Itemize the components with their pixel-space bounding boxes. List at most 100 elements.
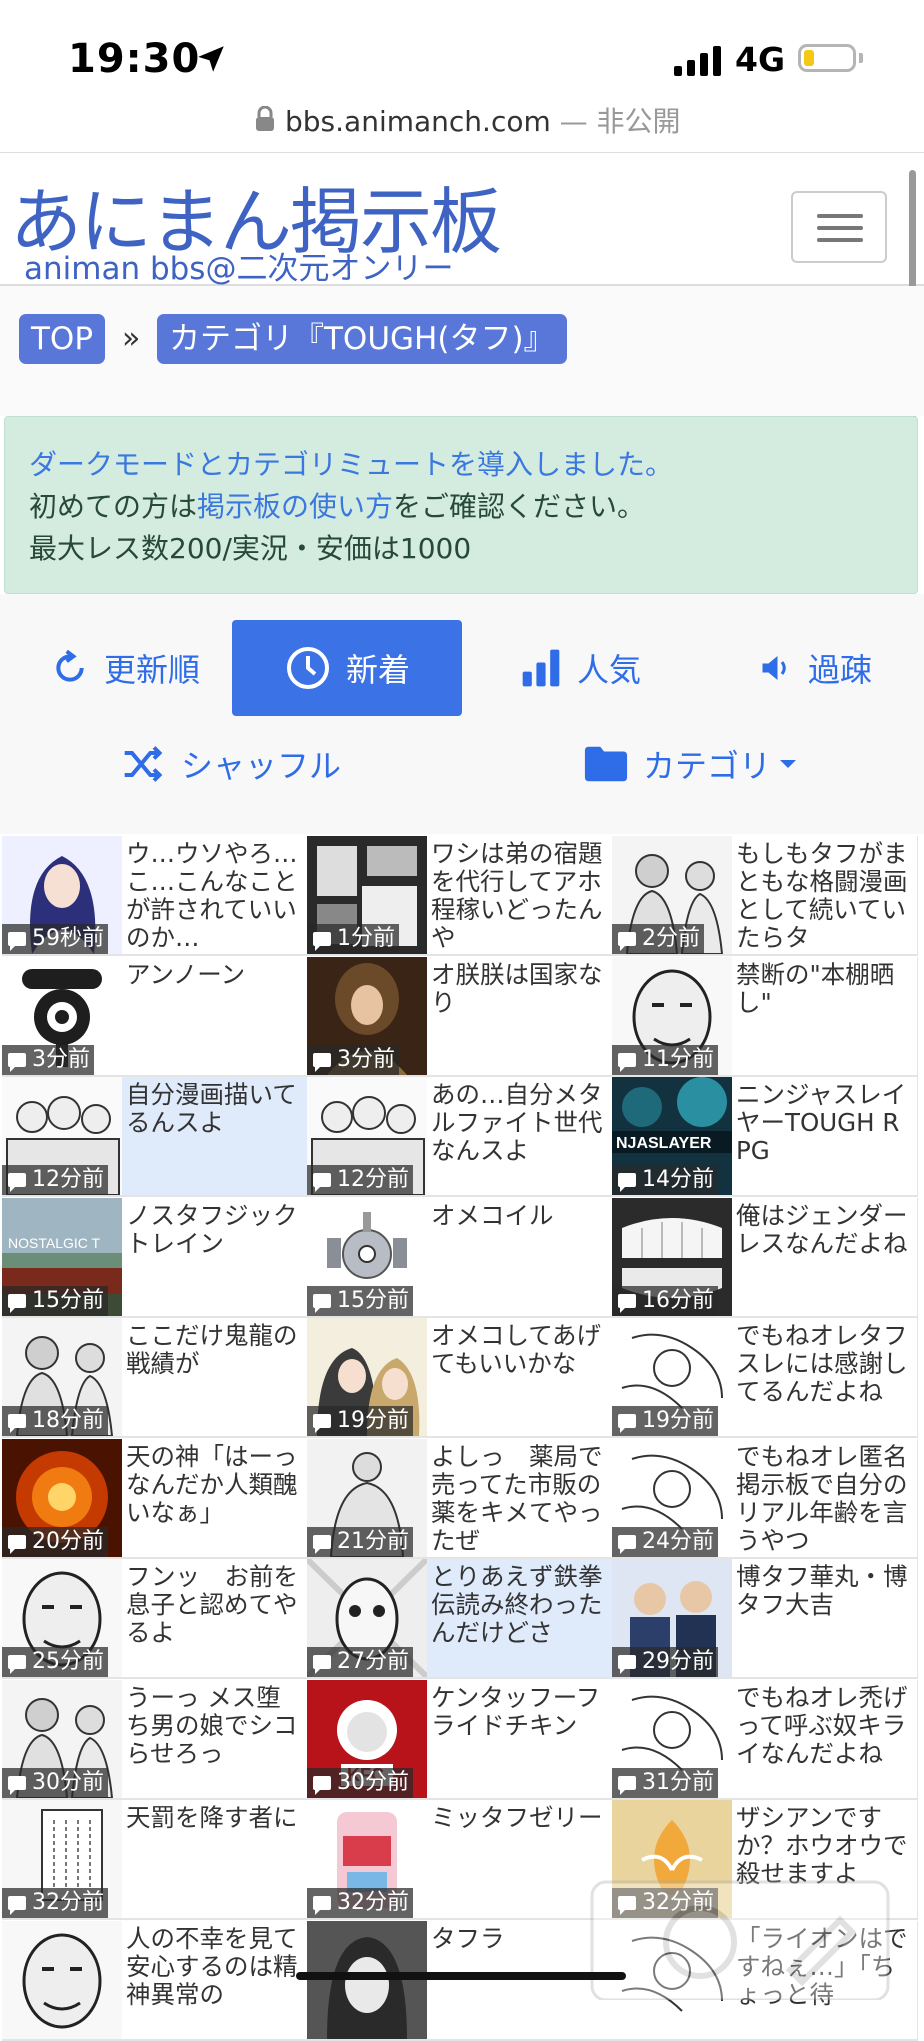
- comment-icon: [313, 1294, 331, 1313]
- thread-thumbnail[interactable]: NOSTALGIC T 15分前: [2, 1198, 122, 1316]
- thread-title[interactable]: でもねオレ匿名掲示板で自分のリアル年齢を言うやつ: [736, 1443, 912, 1555]
- thread-title[interactable]: ケンタッフーフライドチキン: [431, 1684, 607, 1796]
- hamburger-menu-button[interactable]: [791, 191, 887, 263]
- thread-thumbnail[interactable]: 19分前: [612, 1318, 732, 1436]
- thread-card[interactable]: NJASLAYER 14分前 ニンジャスレイヤーTOUGH RPG: [612, 1077, 918, 1197]
- shuffle-button[interactable]: シャッフル: [110, 716, 350, 812]
- thread-title[interactable]: あの…自分メタルファイト世代なんスよ: [431, 1081, 607, 1193]
- thread-thumbnail[interactable]: 2分前: [612, 836, 732, 954]
- thread-card[interactable]: 59秒前 ウ…ウソやろ…こ…こんなことが許されていいのか…: [2, 836, 308, 956]
- thread-thumbnail[interactable]: 25分前: [2, 1559, 122, 1677]
- thread-card[interactable]: 20分前 天の神「はーっなんだか人類醜いなぁ」: [2, 1439, 308, 1559]
- thread-card[interactable]: 16分前 俺はジェンダーレスなんだよね: [612, 1198, 918, 1318]
- thread-card[interactable]: 32分前 ミッタフゼリー: [307, 1800, 613, 1920]
- thread-card[interactable]: NOSTALGIC T 15分前 ノスタフジック トレイン: [2, 1198, 308, 1318]
- breadcrumb-top[interactable]: TOP: [19, 314, 106, 364]
- thread-thumbnail[interactable]: 19分前: [307, 1318, 427, 1436]
- thread-title[interactable]: 俺はジェンダーレスなんだよね: [736, 1202, 912, 1314]
- url-text: bbs.animanch.com — 非公開: [285, 105, 681, 138]
- thread-card[interactable]: KFC30分前ケンタッフーフライドチキン: [307, 1680, 613, 1800]
- guide-link[interactable]: 掲示板の使い方: [197, 490, 393, 523]
- sort-updated-button[interactable]: 更新順: [20, 620, 230, 716]
- thread-thumbnail[interactable]: 21分前: [307, 1439, 427, 1557]
- thread-title[interactable]: オ朕朕は国家なり: [431, 961, 607, 1073]
- thread-card[interactable]: 3分前 アンノーン: [2, 957, 308, 1077]
- thread-thumbnail[interactable]: [2, 1921, 122, 2039]
- thread-thumbnail[interactable]: 15分前: [307, 1198, 427, 1316]
- thread-title[interactable]: うーっ メス堕ち男の娘でシコらせろっ: [126, 1684, 302, 1796]
- thread-card[interactable]: 2分前 もしもタフがまともな格闘漫画として続いていたらタ: [612, 836, 918, 956]
- thread-card[interactable]: 1分前 ワシは弟の宿題を代行してアホ程稼いどったんや: [307, 836, 613, 956]
- thread-card[interactable]: 11分前 禁断の"本棚晒し": [612, 957, 918, 1077]
- thread-card[interactable]: 25分前 フンッ お前を息子と認めてやるよ: [2, 1559, 308, 1679]
- thread-card[interactable]: 3分前 オ朕朕は国家なり: [307, 957, 613, 1077]
- thread-title[interactable]: フンッ お前を息子と認めてやるよ: [126, 1563, 302, 1675]
- thread-title[interactable]: アンノーン: [126, 961, 302, 1073]
- announcement-link[interactable]: ダークモードとカテゴリミュートを導入しました。: [29, 448, 673, 481]
- thread-card[interactable]: 12分前 自分漫画描いてるんスよ: [2, 1077, 308, 1197]
- thread-card[interactable]: 29分前 博タフ華丸・博タフ大吉: [612, 1559, 918, 1679]
- thread-card[interactable]: 21分前 よしっ 薬局で売ってた市販の薬をキメてやったぜ: [307, 1439, 613, 1559]
- thread-card[interactable]: 30分前 うーっ メス堕ち男の娘でシコらせろっ: [2, 1680, 308, 1800]
- thread-title[interactable]: もしもタフがまともな格闘漫画として続いていたらタ: [736, 840, 912, 952]
- thread-card[interactable]: 15分前 オメコイル: [307, 1198, 613, 1318]
- thread-thumbnail[interactable]: 32分前: [2, 1800, 122, 1918]
- sort-new-button[interactable]: 新着: [232, 620, 462, 716]
- thread-thumbnail[interactable]: 27分前: [307, 1559, 427, 1677]
- thread-card[interactable]: 24分前 でもねオレ匿名掲示板で自分のリアル年齢を言うやつ: [612, 1439, 918, 1559]
- thread-title[interactable]: ウ…ウソやろ…こ…こんなことが許されていいのか…: [126, 840, 302, 952]
- thread-title[interactable]: 人の不幸を見て安心するのは精神異常の: [126, 1925, 302, 2037]
- thread-card[interactable]: 19分前 オメコしてあげてもいいかな: [307, 1318, 613, 1438]
- thread-title[interactable]: 天の神「はーっなんだか人類醜いなぁ」: [126, 1443, 302, 1555]
- url-bar[interactable]: bbs.animanch.com — 非公開: [0, 100, 924, 153]
- thread-card[interactable]: 19分前 でもねオレタフスレには感謝してるんだよね: [612, 1318, 918, 1438]
- thread-thumbnail[interactable]: 32分前: [307, 1800, 427, 1918]
- thread-thumbnail[interactable]: 20分前: [2, 1439, 122, 1557]
- thread-title[interactable]: ミッタフゼリー: [431, 1804, 607, 1916]
- thread-title[interactable]: 禁断の"本棚晒し": [736, 961, 912, 1073]
- thread-title[interactable]: 博タフ華丸・博タフ大吉: [736, 1563, 912, 1675]
- thread-title[interactable]: ワシは弟の宿題を代行してアホ程稼いどったんや: [431, 840, 607, 952]
- thread-title[interactable]: タフラ: [431, 1925, 607, 2037]
- thread-thumbnail[interactable]: 3分前: [2, 957, 122, 1075]
- thread-title[interactable]: でもねオレタフスレには感謝してるんだよね: [736, 1322, 912, 1434]
- sort-old-button[interactable]: 過疎: [730, 620, 900, 716]
- thread-thumbnail[interactable]: 59秒前: [2, 836, 122, 954]
- thread-card[interactable]: 18分前 ここだけ鬼龍の戦績が: [2, 1318, 308, 1438]
- thread-card[interactable]: 12分前 あの…自分メタルファイト世代なんスよ: [307, 1077, 613, 1197]
- thread-title[interactable]: オメコイル: [431, 1202, 607, 1314]
- sort-popular-button[interactable]: 人気: [490, 620, 670, 716]
- thread-thumbnail[interactable]: KFC30分前: [307, 1680, 427, 1798]
- thread-title[interactable]: ニンジャスレイヤーTOUGH RPG: [736, 1081, 912, 1193]
- thread-thumbnail[interactable]: 31分前: [612, 1680, 732, 1798]
- thread-thumbnail[interactable]: 18分前: [2, 1318, 122, 1436]
- thread-title[interactable]: 自分漫画描いてるんスよ: [126, 1081, 302, 1193]
- thread-thumbnail[interactable]: 30分前: [2, 1680, 122, 1798]
- category-dropdown-button[interactable]: カテゴリ: [570, 716, 810, 812]
- thread-thumbnail[interactable]: [307, 1921, 427, 2039]
- thread-thumbnail[interactable]: 11分前: [612, 957, 732, 1075]
- thread-card[interactable]: 32分前 天罰を降す者に: [2, 1800, 308, 1920]
- thread-title[interactable]: 天罰を降す者に: [126, 1804, 302, 1916]
- thread-thumbnail[interactable]: 29分前: [612, 1559, 732, 1677]
- thread-thumbnail[interactable]: 1分前: [307, 836, 427, 954]
- thread-thumbnail[interactable]: 12分前: [307, 1077, 427, 1195]
- thread-thumbnail[interactable]: NJASLAYER 14分前: [612, 1077, 732, 1195]
- thread-title[interactable]: よしっ 薬局で売ってた市販の薬をキメてやったぜ: [431, 1443, 607, 1555]
- thread-card[interactable]: 31分前 でもねオレ禿げって呼ぶ奴キライなんだよね: [612, 1680, 918, 1800]
- thread-title[interactable]: ここだけ鬼龍の戦績が: [126, 1322, 302, 1434]
- thread-time-badge: 21分前: [307, 1527, 413, 1557]
- thread-thumbnail[interactable]: 12分前: [2, 1077, 122, 1195]
- thread-thumbnail[interactable]: 16分前: [612, 1198, 732, 1316]
- thread-title[interactable]: ノスタフジック トレイン: [126, 1202, 302, 1314]
- thread-title[interactable]: オメコしてあげてもいいかな: [431, 1322, 607, 1434]
- thread-thumbnail[interactable]: 3分前: [307, 957, 427, 1075]
- thread-title[interactable]: とりあえず鉄拳伝読み終わったんだけどさ: [431, 1563, 607, 1675]
- thread-card[interactable]: タフラ: [307, 1921, 613, 2041]
- breadcrumb-category[interactable]: カテゴリ『TOUGH(タフ)』: [157, 314, 567, 364]
- thread-card[interactable]: 27分前 とりあえず鉄拳伝読み終わったんだけどさ: [307, 1559, 613, 1679]
- scroll-top-icon[interactable]: [590, 1880, 890, 2000]
- thread-card[interactable]: 人の不幸を見て安心するのは精神異常の: [2, 1921, 308, 2041]
- thread-title[interactable]: でもねオレ禿げって呼ぶ奴キライなんだよね: [736, 1684, 912, 1796]
- thread-thumbnail[interactable]: 24分前: [612, 1439, 732, 1557]
